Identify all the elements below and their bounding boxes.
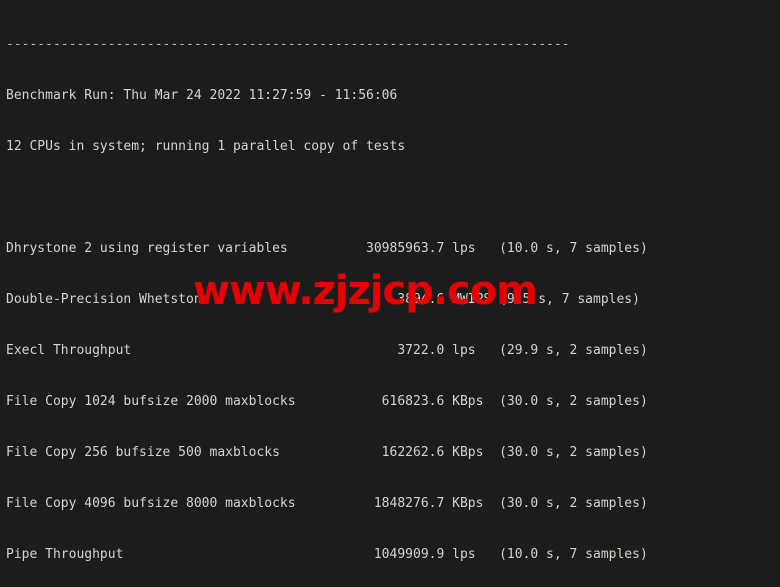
- benchmark-run-line: Benchmark Run: Thu Mar 24 2022 11:27:59 …: [6, 88, 398, 103]
- result-row: Pipe Throughput 1049909.9 lps (10.0 s, 7…: [6, 547, 648, 562]
- result-row: Dhrystone 2 using register variables 309…: [6, 241, 648, 256]
- result-row: File Copy 256 bufsize 500 maxblocks 1622…: [6, 445, 648, 460]
- result-row: Double-Precision Whetstone 3894.6 MWIPS …: [6, 292, 640, 307]
- top-divider-rule: ----------------------------------------…: [6, 37, 570, 52]
- spacer-1: [6, 189, 780, 206]
- terminal-output: ----------------------------------------…: [6, 2, 780, 587]
- result-row: File Copy 4096 bufsize 8000 maxblocks 18…: [6, 496, 648, 511]
- cpu-info-line: 12 CPUs in system; running 1 parallel co…: [6, 139, 406, 154]
- result-row: Execl Throughput 3722.0 lps (29.9 s, 2 s…: [6, 343, 648, 358]
- result-row: File Copy 1024 bufsize 2000 maxblocks 61…: [6, 394, 648, 409]
- terminal-window: ----------------------------------------…: [0, 0, 780, 587]
